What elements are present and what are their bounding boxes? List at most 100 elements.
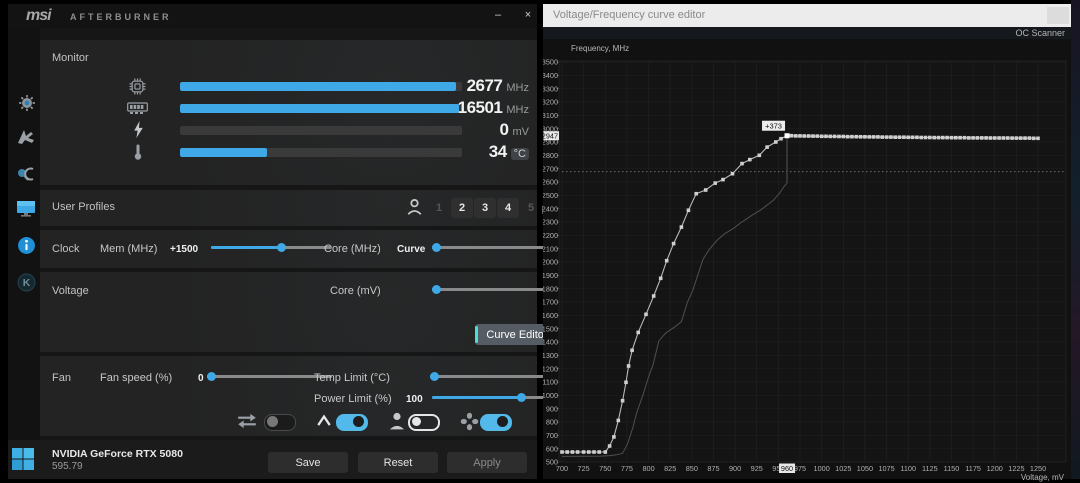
- curve-point[interactable]: [936, 135, 941, 140]
- information-icon[interactable]: [17, 236, 36, 255]
- curve-point[interactable]: [919, 135, 923, 140]
- curve-point[interactable]: [828, 134, 833, 139]
- curve-point[interactable]: [798, 134, 802, 138]
- curve-point[interactable]: [713, 181, 717, 185]
- curve-point[interactable]: [806, 134, 811, 138]
- curve-point[interactable]: [612, 435, 616, 439]
- kombustor-k-icon[interactable]: K: [17, 273, 36, 292]
- curve-point[interactable]: [906, 135, 910, 140]
- curve-point[interactable]: [575, 450, 580, 454]
- windows-start-icon[interactable]: [10, 446, 36, 472]
- curve-point[interactable]: [721, 177, 725, 182]
- curve-point[interactable]: [858, 135, 863, 139]
- curve-point[interactable]: [897, 135, 902, 139]
- curve-point[interactable]: [863, 135, 867, 139]
- power-limit-slider[interactable]: [432, 393, 552, 402]
- curve-point[interactable]: [703, 188, 708, 192]
- kombustor-icon[interactable]: [16, 128, 36, 146]
- close-button[interactable]: ×: [517, 8, 539, 24]
- apply-button[interactable]: Apply: [447, 452, 527, 473]
- curve-point[interactable]: [893, 135, 897, 139]
- oc-scanner-icon[interactable]: [16, 166, 36, 182]
- curve-point[interactable]: [971, 136, 975, 140]
- curve-point[interactable]: [774, 140, 778, 144]
- curve-point[interactable]: [815, 134, 820, 138]
- curve-point[interactable]: [616, 418, 621, 423]
- curve-point[interactable]: [876, 135, 880, 139]
- curve-point[interactable]: [686, 208, 691, 213]
- curve-point[interactable]: [854, 134, 859, 139]
- core-voltage-slider[interactable]: [431, 285, 552, 294]
- curve-point[interactable]: [910, 135, 915, 140]
- curve-point[interactable]: [1001, 136, 1006, 140]
- monitor-display-icon[interactable]: [16, 200, 36, 218]
- save-button[interactable]: Save: [268, 452, 348, 473]
- curve-point[interactable]: [915, 135, 919, 140]
- profile-slot-5[interactable]: 5: [520, 198, 542, 218]
- curve-point[interactable]: [789, 133, 794, 138]
- curve-editor-titlebar[interactable]: Voltage/Frequency curve editor: [543, 4, 1071, 27]
- profile-slot-1[interactable]: 1: [428, 198, 450, 218]
- curve-point[interactable]: [928, 135, 932, 140]
- curve-point[interactable]: [757, 153, 762, 158]
- curve-point[interactable]: [607, 444, 612, 448]
- reset-button[interactable]: Reset: [358, 452, 438, 473]
- curve-point[interactable]: [748, 157, 752, 162]
- vf-curve-chart[interactable]: Frequency, MHzVoltage, mV500600700800900…: [543, 39, 1071, 483]
- curve-point[interactable]: [679, 225, 684, 229]
- curve-point[interactable]: [837, 134, 841, 139]
- curve-point[interactable]: [832, 134, 837, 139]
- curve-point[interactable]: [1005, 136, 1010, 140]
- curve-point[interactable]: [587, 450, 591, 454]
- curve-point[interactable]: [819, 134, 824, 139]
- sync-toggle[interactable]: [264, 414, 296, 431]
- curve-point[interactable]: [694, 191, 698, 196]
- profile-toggle[interactable]: [408, 414, 440, 431]
- curve-point[interactable]: [880, 135, 884, 139]
- curve-point[interactable]: [1031, 136, 1036, 141]
- curve-point[interactable]: [945, 135, 949, 140]
- curve-point[interactable]: [624, 380, 628, 385]
- curve-editor-close-icon[interactable]: [1047, 7, 1069, 24]
- plot-area[interactable]: [558, 60, 1067, 463]
- minimize-button[interactable]: –: [487, 8, 509, 24]
- curve-point[interactable]: [984, 136, 988, 140]
- curve-point[interactable]: [651, 294, 656, 298]
- curve-point[interactable]: [992, 136, 997, 140]
- curve-point[interactable]: [841, 134, 846, 139]
- curve-point[interactable]: [597, 450, 601, 454]
- curve-point[interactable]: [988, 136, 993, 140]
- curve-point[interactable]: [871, 135, 876, 139]
- curve-point[interactable]: [658, 276, 663, 281]
- curve-point[interactable]: [867, 135, 872, 139]
- profile-slot-4[interactable]: 4: [497, 198, 519, 218]
- curve-point[interactable]: [581, 450, 586, 454]
- mem-clock-slider[interactable]: [211, 243, 332, 252]
- curve-point[interactable]: [1010, 136, 1014, 140]
- curve-point[interactable]: [636, 330, 640, 335]
- curve-point[interactable]: [889, 135, 893, 139]
- curve-point[interactable]: [671, 241, 676, 246]
- curve-point[interactable]: [1018, 136, 1023, 140]
- curve-point[interactable]: [884, 135, 889, 139]
- curve-point[interactable]: [664, 258, 669, 263]
- curve-point[interactable]: [560, 450, 564, 454]
- curve-point[interactable]: [949, 135, 954, 140]
- curve-point[interactable]: [740, 161, 744, 166]
- curve-point[interactable]: [630, 348, 634, 353]
- curve-point[interactable]: [765, 145, 769, 149]
- curve-point[interactable]: [730, 171, 735, 176]
- curve-point[interactable]: [932, 135, 936, 140]
- curve-point[interactable]: [980, 136, 984, 140]
- curve-point[interactable]: [802, 134, 807, 138]
- curve-point[interactable]: [941, 135, 945, 140]
- curve-point[interactable]: [793, 134, 798, 138]
- curve-point[interactable]: [626, 364, 631, 368]
- selected-curve-point[interactable]: [784, 133, 790, 139]
- curve-point[interactable]: [1027, 136, 1032, 140]
- curve-point[interactable]: [811, 134, 815, 138]
- curve-point[interactable]: [958, 135, 962, 140]
- curve-point[interactable]: [923, 135, 928, 140]
- curve-point[interactable]: [1014, 136, 1019, 140]
- curve-point[interactable]: [845, 134, 850, 139]
